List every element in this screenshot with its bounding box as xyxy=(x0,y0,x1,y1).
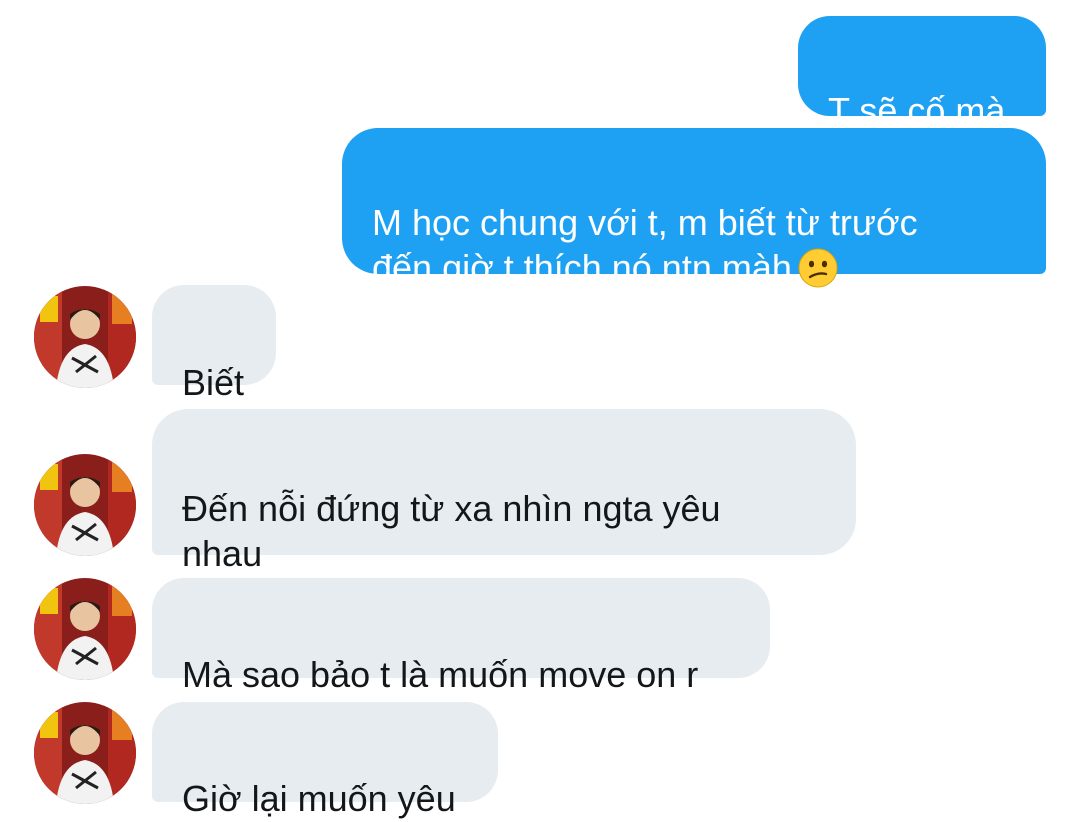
message-text: T sẽ cố mà xyxy=(828,90,1006,131)
received-message-bubble[interactable]: Mà sao bảo t là muốn move on r xyxy=(152,578,770,695)
conversation-thread: T sẽ cố mà M học chung với t, m biết từ … xyxy=(0,0,1080,822)
confused-face-emoji-icon xyxy=(798,248,838,288)
sent-message-bubble[interactable]: M học chung với t, m biết từ trước đến g… xyxy=(342,128,1046,288)
message-text: Mà sao bảo t là muốn move on r xyxy=(182,654,699,695)
received-message-bubble[interactable]: Giờ lại muốn yêu xyxy=(152,702,498,819)
contact-avatar[interactable] xyxy=(34,286,136,388)
sent-message-bubble[interactable]: T sẽ cố mà xyxy=(798,16,1046,131)
contact-avatar[interactable] xyxy=(34,578,136,680)
message-text: Đến nỗi đứng từ xa nhìn ngta yêu nhau xyxy=(182,488,721,574)
message-text: Giờ lại muốn yêu xyxy=(182,778,456,819)
message-text: Biết xyxy=(182,362,245,403)
received-message-bubble[interactable]: Đến nỗi đứng từ xa nhìn ngta yêu nhau xyxy=(152,409,856,574)
received-message-bubble[interactable]: Biết xyxy=(152,285,276,403)
contact-avatar[interactable] xyxy=(34,454,136,556)
contact-avatar[interactable] xyxy=(34,702,136,804)
